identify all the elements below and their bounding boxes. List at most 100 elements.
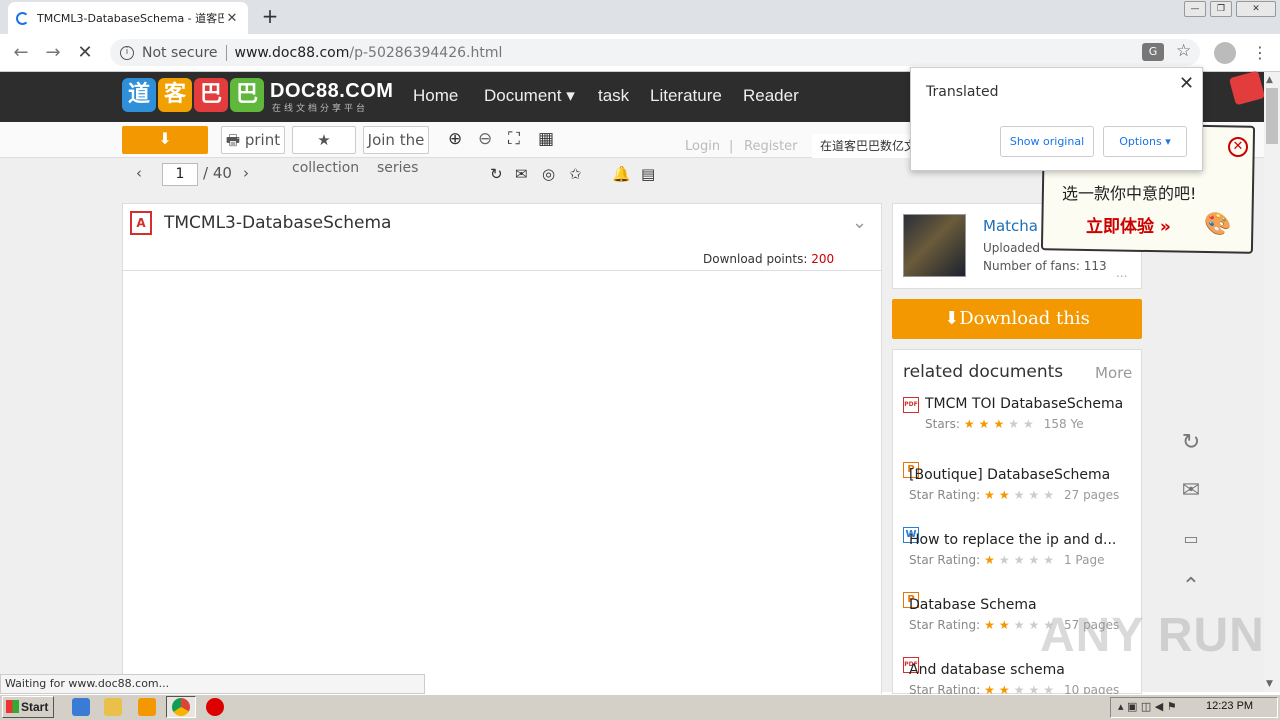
scroll-up-arrow-icon[interactable]: ▲ (1266, 75, 1273, 85)
star-icon: ★ (978, 417, 994, 431)
stop-loading-icon[interactable]: ✕ (74, 42, 96, 64)
star-icon: ★ (1043, 553, 1058, 567)
print-button[interactable]: 🖶 print (221, 126, 285, 154)
brand-name[interactable]: DOC88.COM (270, 80, 393, 103)
notification-bell-icon[interactable]: 🔔 (612, 165, 631, 183)
close-window-button[interactable]: ✕ (1236, 1, 1276, 17)
register-link[interactable]: Register (744, 139, 798, 154)
translate-title: Translated (926, 84, 999, 100)
browser-menu-icon[interactable]: ⋮ (1252, 42, 1268, 64)
tab-close-button[interactable]: ✕ (224, 11, 240, 26)
rating-label: Star Rating: (909, 618, 981, 632)
favorite-icon[interactable]: ✩ (569, 165, 582, 183)
bookmark-star-icon[interactable]: ☆ (1176, 41, 1191, 61)
uploader-avatar[interactable] (903, 214, 966, 277)
site-logo[interactable]: 道 客 巴 巴 (122, 78, 264, 112)
collection-label: collection (292, 160, 360, 176)
zoom-in-icon[interactable]: ⊕ (448, 129, 462, 149)
back-to-top-icon[interactable]: ⌃ (1178, 574, 1204, 600)
nav-document[interactable]: Document ▾ (484, 86, 575, 106)
page-scrollbar[interactable] (1264, 72, 1280, 692)
info-icon[interactable]: i (120, 45, 134, 60)
zoom-out-icon[interactable]: ⊖ (478, 129, 492, 149)
login-register-divider: | (729, 139, 734, 154)
tray-icons[interactable]: ▴ ▣ ◫ ◀ ⚑ (1118, 700, 1177, 713)
stop-icon[interactable] (206, 698, 224, 716)
comment-icon[interactable]: ▤ (641, 165, 655, 183)
star-icon: ★ (1008, 417, 1023, 431)
related-item-title[interactable]: And database schema (909, 662, 1119, 678)
translate-icon[interactable]: G (1142, 43, 1164, 61)
rating-label: Star Rating: (909, 488, 981, 502)
related-item-title[interactable]: [Boutique] DatabaseSchema (909, 467, 1119, 483)
nav-home[interactable]: Home (413, 86, 458, 106)
back-icon[interactable]: ← (10, 42, 32, 64)
download-this-button[interactable]: ⬇Download this (892, 299, 1142, 339)
promo-cta[interactable]: 立即体验 » (1086, 212, 1171, 237)
media-player-icon[interactable] (138, 698, 156, 716)
browser-tab[interactable]: TMCML3-DatabaseSchema - 道客巴巴 ✕ (8, 2, 248, 34)
download-arrow-icon: ⬇ (944, 308, 960, 329)
page-count: 1 Page (1063, 553, 1105, 567)
related-more-link[interactable]: More (1095, 364, 1132, 382)
start-button[interactable]: Start (2, 696, 54, 718)
page-count: 158 Ye (1043, 417, 1084, 431)
forward-icon[interactable]: → (42, 42, 64, 64)
wechat-float-icon[interactable]: ✉ (1178, 478, 1204, 504)
translate-options-button[interactable]: Options ▾ (1103, 126, 1187, 157)
fans-count: Number of fans: 113 (983, 259, 1107, 273)
share-weibo-icon[interactable]: ↻ (490, 165, 503, 183)
related-item-meta: Star Rating: ★★★★★ 1 Page (909, 553, 1104, 567)
share-sina-icon[interactable]: ◎ (542, 165, 555, 183)
show-original-button[interactable]: Show original (1000, 126, 1094, 157)
dropdown-arrow-icon: ▾ (1165, 135, 1171, 148)
related-item-title[interactable]: TMCM TOI DatabaseSchema (925, 396, 1135, 412)
star-icon: ★ (1043, 488, 1058, 502)
prev-page-icon[interactable]: ‹ (136, 164, 142, 182)
account-avatar-icon[interactable] (1214, 42, 1236, 64)
next-page-icon[interactable]: › (243, 164, 249, 182)
promo-close-icon[interactable]: ✕ (1228, 137, 1248, 157)
scroll-down-arrow-icon[interactable]: ▼ (1266, 679, 1273, 689)
app-float-icon[interactable]: ▭ (1178, 526, 1204, 552)
ie-icon[interactable] (72, 698, 90, 716)
brand-subtitle: 在线文档分享平台 (272, 104, 369, 114)
star-rating: ★★★★★ (984, 488, 1058, 502)
nav-reader[interactable]: Reader (743, 86, 799, 106)
security-label: Not secure (142, 44, 218, 61)
star-icon: ★ (984, 553, 999, 567)
tab-title: TMCML3-DatabaseSchema - 道客巴巴 (37, 12, 224, 25)
chevron-down-icon[interactable]: ⌄ (852, 212, 867, 233)
scrollbar-thumb[interactable] (1266, 88, 1278, 144)
browser-status-bar: Waiting for www.doc88.com... (0, 674, 425, 694)
login-link[interactable]: Login (685, 139, 720, 154)
document-title: TMCML3-DatabaseSchema (164, 213, 392, 233)
address-bar[interactable]: i Not secure www.doc88.com/p-50286394426… (110, 39, 1200, 66)
grid-view-icon[interactable]: ▦ (538, 129, 554, 149)
related-item-title[interactable]: How to replace the ip and d... (909, 532, 1119, 548)
watermark: ANY RUN (1040, 609, 1265, 662)
fullscreen-icon[interactable]: ⛶ (508, 129, 520, 149)
rating-label: Stars: (925, 417, 960, 431)
star-icon: ★ (1028, 488, 1044, 502)
minimize-button[interactable]: — (1184, 1, 1206, 17)
star-icon: ★ (1013, 618, 1029, 632)
explorer-icon[interactable] (104, 698, 122, 716)
star-icon: ★ (1028, 553, 1044, 567)
join-series-button[interactable]: Join the (363, 126, 429, 154)
nav-literature[interactable]: Literature (650, 86, 722, 106)
toolbar-download-button[interactable]: ⬇ (122, 126, 208, 154)
collection-button[interactable]: ★ (292, 126, 356, 154)
new-tab-button[interactable]: + (258, 4, 282, 28)
share-wechat-icon[interactable]: ✉ (515, 165, 528, 183)
url-path: /p-50286394426.html (349, 44, 503, 61)
site-search-input[interactable]: 在道客巴巴数亿文 (812, 134, 912, 158)
restore-button[interactable]: ❐ (1210, 1, 1232, 17)
more-dots[interactable]: ... (1116, 266, 1127, 280)
share-float-icon[interactable]: ↻ (1178, 430, 1204, 456)
translate-close-button[interactable]: ✕ (1179, 73, 1194, 94)
page-number-input[interactable]: 1 (162, 163, 198, 186)
page-count: 27 pages (1063, 488, 1120, 502)
nav-task[interactable]: task (598, 86, 629, 106)
uploader-name[interactable]: Matcha f (983, 217, 1048, 235)
